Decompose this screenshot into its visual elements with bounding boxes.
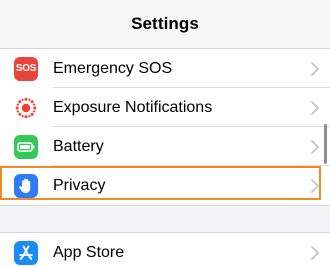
- settings-group-2: App Store: [0, 232, 330, 267]
- settings-item-emergency-sos[interactable]: SOS Emergency SOS: [0, 49, 330, 88]
- settings-item-app-store[interactable]: App Store: [0, 233, 330, 267]
- settings-item-battery[interactable]: Battery: [0, 127, 330, 166]
- settings-item-label: Emergency SOS: [53, 59, 173, 77]
- settings-item-label: Battery: [53, 137, 104, 155]
- page-title: Settings: [131, 14, 199, 33]
- settings-screen: Settings SOS Emergency SOS Exposure Noti…: [0, 0, 330, 267]
- navigation-bar: Settings: [0, 0, 330, 49]
- scroll-indicator[interactable]: [324, 124, 327, 164]
- settings-group-1: SOS Emergency SOS Exposure Notifications…: [0, 49, 330, 206]
- app-store-icon: [14, 240, 38, 265]
- settings-item-privacy[interactable]: Privacy: [0, 166, 330, 205]
- chevron-right-icon: [310, 61, 320, 77]
- settings-item-label: Privacy: [53, 176, 106, 194]
- settings-item-label: Exposure Notifications: [53, 98, 213, 116]
- chevron-right-icon: [310, 100, 320, 116]
- sos-icon: SOS: [14, 56, 38, 81]
- hand-icon: [14, 173, 38, 198]
- battery-icon: [14, 134, 38, 159]
- exposure-notifications-icon: [14, 95, 38, 120]
- chevron-right-icon: [310, 245, 320, 261]
- settings-item-label: App Store: [53, 243, 125, 261]
- sos-icon-text: SOS: [15, 63, 37, 74]
- chevron-right-icon: [310, 139, 320, 155]
- settings-item-exposure-notifications[interactable]: Exposure Notifications: [0, 88, 330, 127]
- chevron-right-icon: [310, 178, 320, 194]
